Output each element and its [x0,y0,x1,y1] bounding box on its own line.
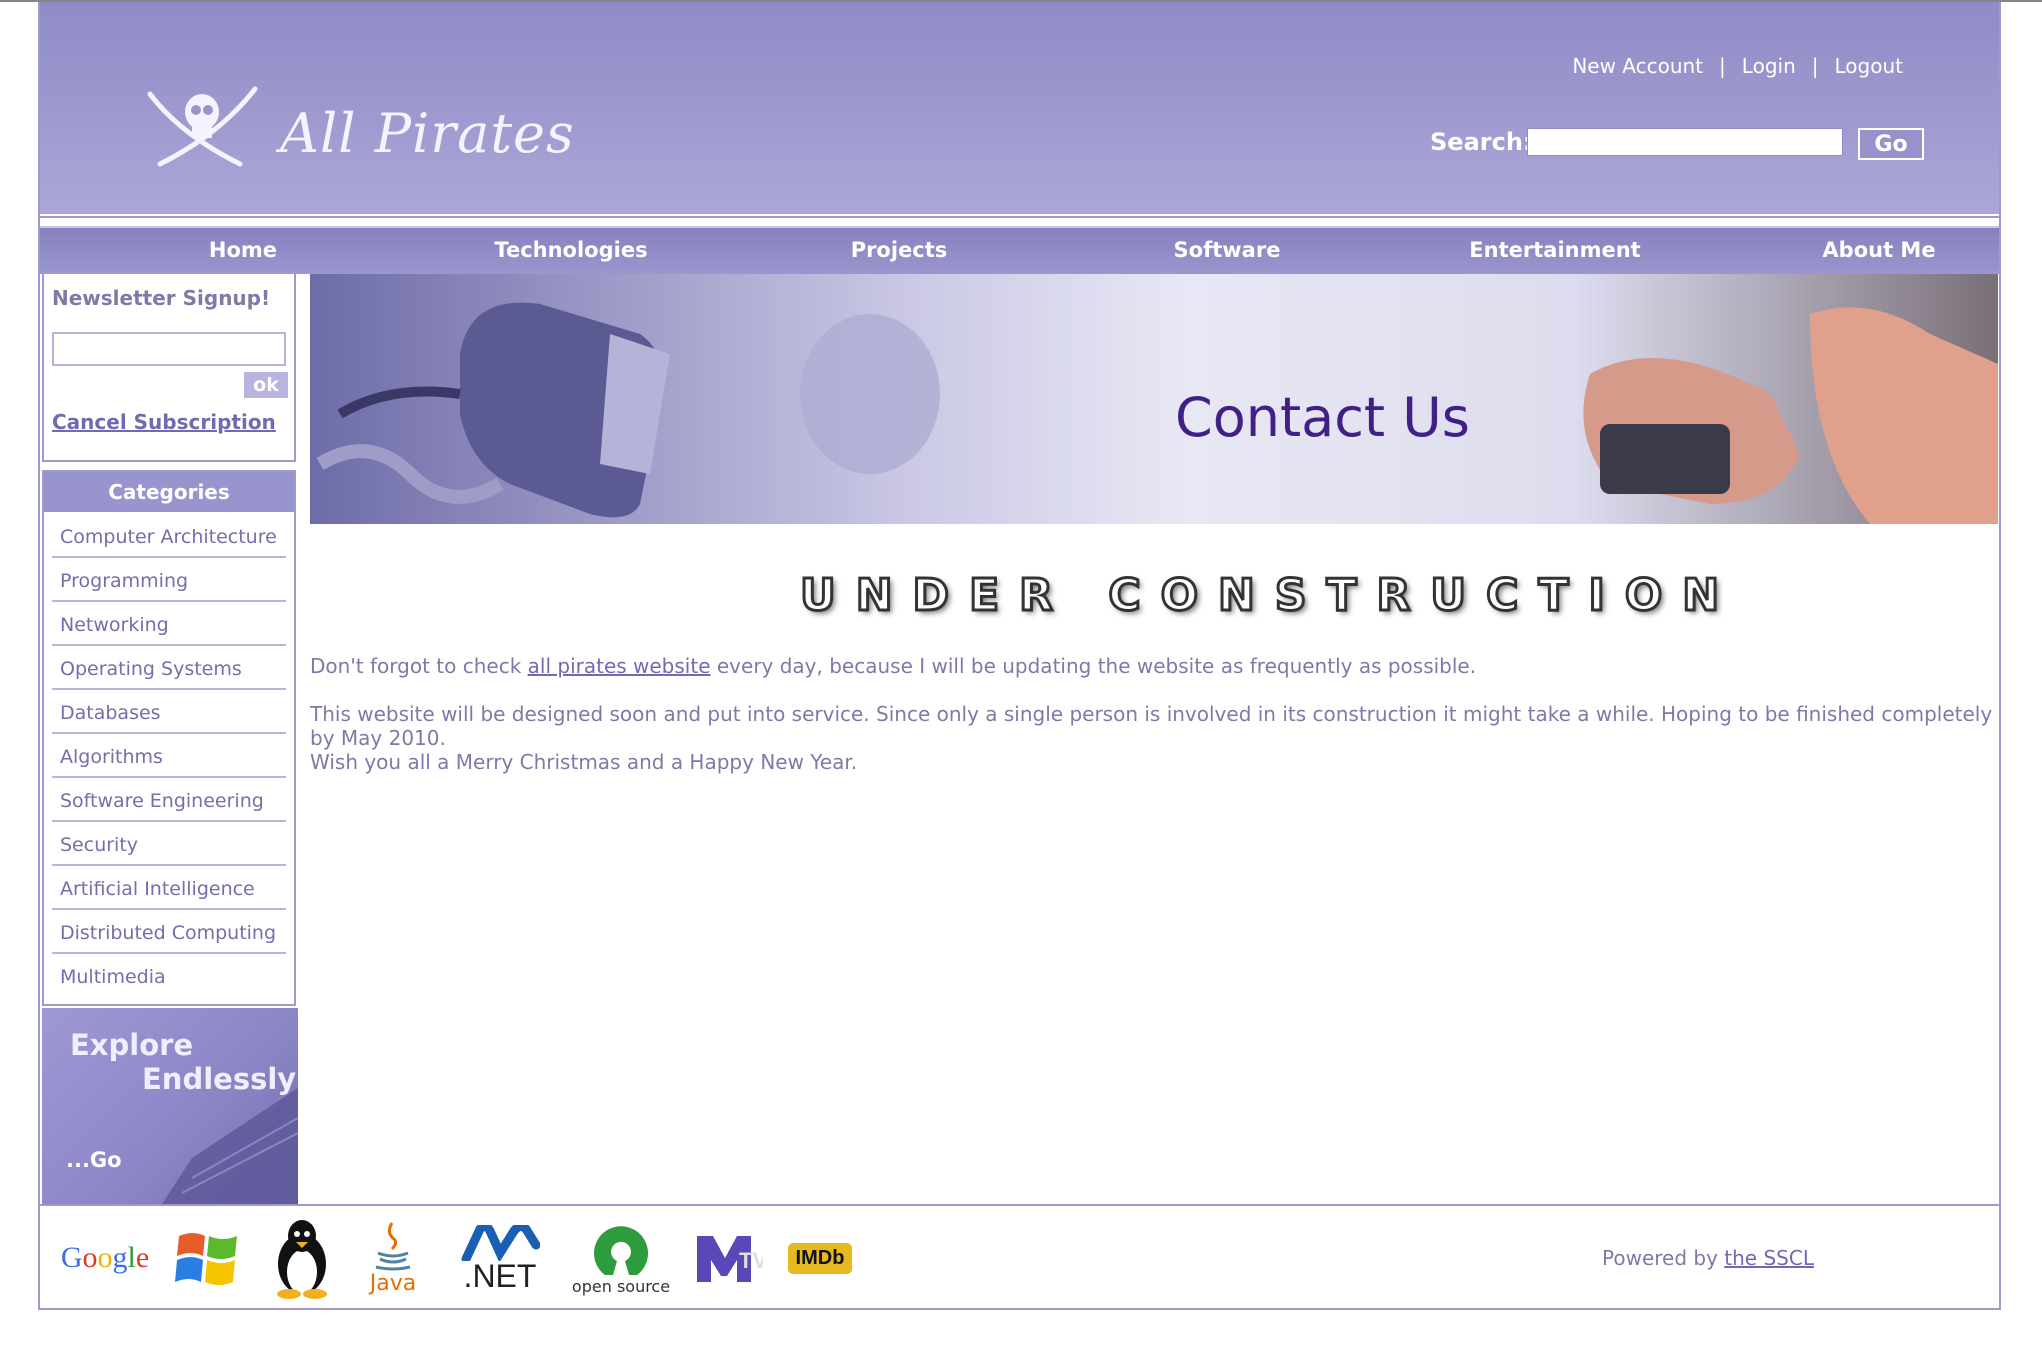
category-algorithms[interactable]: Algorithms [52,736,286,778]
imdb-logo[interactable]: IMDb [780,1218,860,1298]
explore-banner[interactable]: Explore Endlessly ...Go [42,1008,298,1204]
nav-technologies[interactable]: Technologies [446,238,696,262]
dotnet-logo[interactable]: .NET [450,1218,550,1298]
category-distributed-computing[interactable]: Distributed Computing [52,912,286,954]
dotnet-wave-icon [461,1225,540,1261]
java-cup-icon [375,1221,411,1270]
category-software-engineering[interactable]: Software Engineering [52,780,286,822]
nav-software[interactable]: Software [1102,238,1352,262]
banner-title: Contact Us [1175,386,1470,449]
site-footer: Google Java .NET open source TV IMDb Pow… [40,1206,1999,1308]
newsletter-box: Newsletter Signup! ok Cancel Subscriptio… [42,272,296,462]
nav-home[interactable]: Home [118,238,368,262]
content-paragraph-2: This website will be designed soon and p… [310,702,1993,750]
java-text: Java [369,1270,417,1296]
p1-after: every day, because I will be updating th… [710,654,1477,678]
java-logo[interactable]: Java [358,1218,428,1298]
google-logo[interactable]: Google [50,1218,160,1298]
main-nav: Home Technologies Projects Software Ente… [40,226,1999,274]
new-account-link[interactable]: New Account [1572,54,1703,78]
logout-link[interactable]: Logout [1835,54,1903,78]
open-source-icon [594,1225,648,1275]
search-go-button[interactable]: Go [1858,128,1924,160]
open-source-text: open source [571,1276,671,1296]
page-container: All Pirates New Account | Login | Logout Sea… [38,2,2001,1310]
open-source-logo[interactable]: open source [566,1218,676,1298]
link-separator: | [1719,54,1726,78]
site-logo-text[interactable]: All Pirates [280,102,575,165]
site-header: All Pirates New Account | Login | Logout Sea… [40,2,1999,214]
mtv-logo[interactable]: TV [688,1218,768,1298]
explore-line2: Endlessly [142,1062,297,1096]
mtv-icon: TV [697,1236,763,1282]
content-paragraph-1: Don't forgot to check all pirates websit… [310,654,1476,678]
header-divider [40,216,1999,218]
p1-before: Don't forgot to check [310,654,528,678]
svg-text:TV: TV [739,1248,763,1273]
powered-by: Powered by the SSCL [1602,1246,1814,1270]
category-operating-systems[interactable]: Operating Systems [52,648,286,690]
cancel-subscription-link[interactable]: Cancel Subscription [52,410,276,434]
tux-penguin-icon [277,1220,327,1299]
newsletter-title: Newsletter Signup! [52,286,271,310]
windows-icon [175,1233,237,1285]
nav-about-me[interactable]: About Me [1754,238,2004,262]
telephone-illustration [316,302,1998,524]
category-programming[interactable]: Programming [52,560,286,602]
powered-prefix: Powered by [1602,1246,1725,1270]
under-construction-heading: UNDER CONSTRUCTION [798,569,1740,623]
skull-crossbones-icon [147,86,258,167]
category-databases[interactable]: Databases [52,692,286,734]
search-label: Search: [1430,128,1533,156]
category-multimedia[interactable]: Multimedia [52,956,286,998]
explore-go-link[interactable]: ...Go [66,1148,122,1172]
explore-line1: Explore [70,1028,194,1062]
newsletter-email-input[interactable] [52,332,286,366]
category-security[interactable]: Security [52,824,286,866]
search-input[interactable] [1527,128,1843,156]
contact-banner: Contact Us [310,274,1998,524]
newsletter-ok-button[interactable]: ok [244,372,288,398]
categories-box: Categories Computer Architecture Program… [42,470,296,1006]
link-separator: | [1811,54,1819,78]
account-links: New Account | Login | Logout [1572,54,1903,78]
all-pirates-website-link[interactable]: all pirates website [528,654,711,678]
windows-logo[interactable] [168,1218,248,1298]
nav-entertainment[interactable]: Entertainment [1430,238,1680,262]
category-networking[interactable]: Networking [52,604,286,646]
imdb-badge: IMDb [787,1242,853,1274]
category-artificial-intelligence[interactable]: Artificial Intelligence [52,868,286,910]
content-paragraph-3: Wish you all a Merry Christmas and a Hap… [310,750,858,774]
nav-projects[interactable]: Projects [774,238,1024,262]
linux-logo[interactable] [262,1218,342,1299]
login-link[interactable]: Login [1742,54,1796,78]
categories-title: Categories [44,472,294,512]
category-computer-architecture[interactable]: Computer Architecture [52,516,286,558]
sscl-link[interactable]: the SSCL [1724,1246,1814,1270]
